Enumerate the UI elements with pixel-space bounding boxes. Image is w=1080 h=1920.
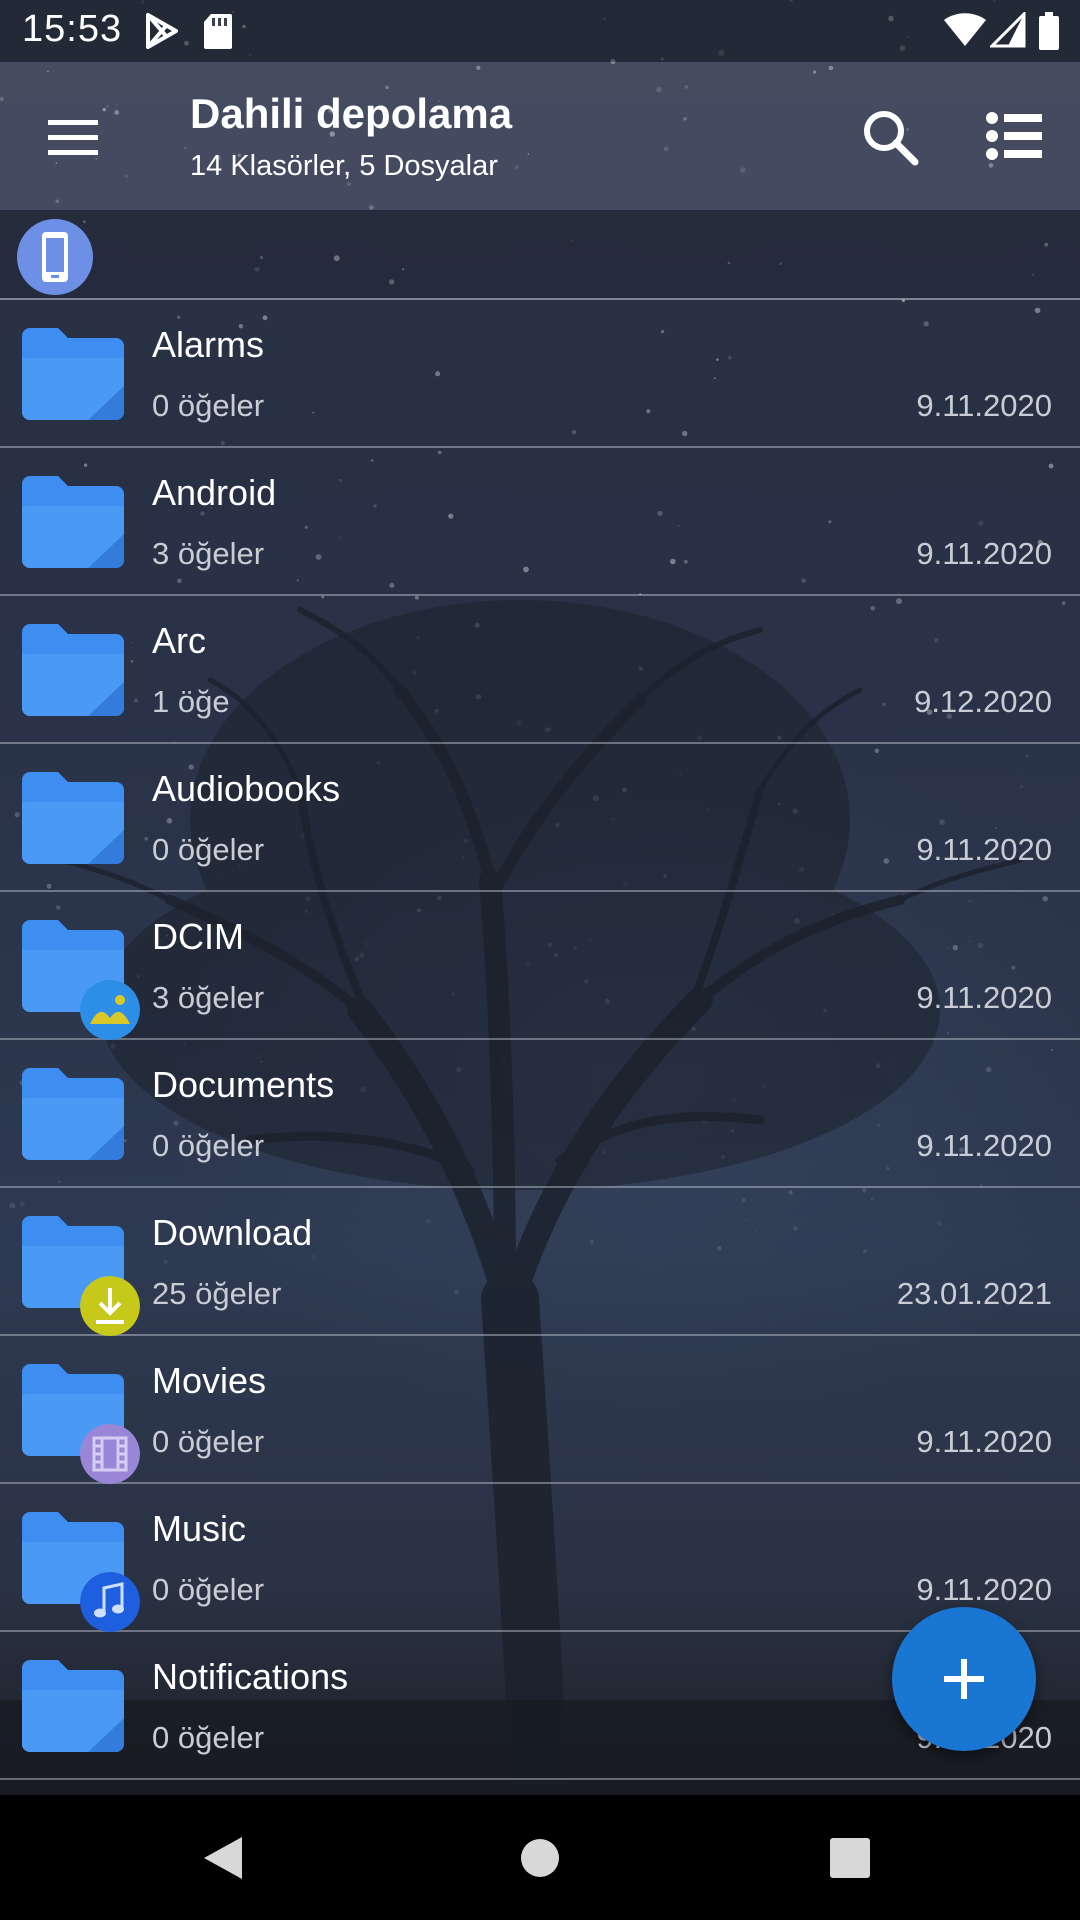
file-list: Alarms 0 öğeler 9.11.2020 Android 3 öğel… — [0, 300, 1080, 1780]
page-title: Dahili depolama — [190, 90, 513, 137]
item-count: 0 öğeler — [152, 1424, 265, 1459]
folder-row-arc[interactable]: Arc 1 öğe 9.12.2020 — [0, 596, 1080, 744]
list-view-button[interactable] — [980, 102, 1052, 174]
item-count: 0 öğeler — [152, 832, 265, 867]
item-count: 0 öğeler — [152, 1128, 265, 1163]
item-count: 1 öğe — [152, 684, 230, 719]
back-icon[interactable] — [190, 1825, 256, 1891]
folder-row-android[interactable]: Android 3 öğeler 9.11.2020 — [0, 448, 1080, 596]
folder-icon — [22, 624, 124, 716]
folder-row-dcim[interactable]: DCIM 3 öğeler 9.11.2020 — [0, 892, 1080, 1040]
modified-date: 9.11.2020 — [916, 536, 1052, 571]
status-bar: 15:53 — [0, 0, 1080, 62]
search-icon — [864, 111, 919, 166]
folder-row-movies[interactable]: Movies 0 öğeler 9.11.2020 — [0, 1336, 1080, 1484]
folder-row-audiobooks[interactable]: Audiobooks 0 öğeler 9.11.2020 — [0, 744, 1080, 892]
modified-date: 9.12.2020 — [914, 684, 1052, 719]
download-badge-icon — [80, 1276, 140, 1336]
item-count: 25 öğeler — [152, 1276, 282, 1311]
menu-button[interactable] — [30, 102, 114, 172]
signal-icon — [990, 12, 1026, 48]
modified-date: 9.11.2020 — [916, 980, 1052, 1015]
item-count: 0 öğeler — [152, 1572, 265, 1607]
item-count: 0 öğeler — [152, 1720, 265, 1755]
folder-name: Notifications — [152, 1656, 349, 1697]
modified-date: 9.11.2020 — [916, 1572, 1052, 1607]
plus-icon — [944, 1659, 984, 1699]
modified-date: 23.01.2021 — [896, 1276, 1052, 1311]
list-view-icon — [986, 112, 1042, 160]
folder-name: Movies — [152, 1360, 267, 1401]
internal-storage-chip[interactable] — [17, 219, 93, 295]
folder-row-documents[interactable]: Documents 0 öğeler 9.11.2020 — [0, 1040, 1080, 1188]
folder-name: Audiobooks — [152, 768, 341, 809]
item-count: 0 öğeler — [152, 388, 265, 423]
phone-icon — [42, 232, 68, 282]
folder-name: Music — [152, 1508, 247, 1549]
movie-badge-icon — [80, 1424, 140, 1484]
modified-date: 9.11.2020 — [916, 1128, 1052, 1163]
folder-row-alarms[interactable]: Alarms 0 öğeler 9.11.2020 — [0, 300, 1080, 448]
item-count: 3 öğeler — [152, 536, 265, 571]
sd-card-icon — [204, 14, 232, 49]
home-icon[interactable] — [507, 1825, 573, 1891]
folder-name: DCIM — [152, 916, 244, 957]
folder-icon — [22, 1068, 124, 1160]
modified-date: 9.11.2020 — [916, 1424, 1052, 1459]
page-subtitle: 14 Klasörler, 5 Dosyalar — [190, 150, 498, 182]
search-button[interactable] — [855, 102, 927, 174]
folder-icon — [22, 772, 124, 864]
item-count: 3 öğeler — [152, 980, 265, 1015]
screen: 15:53 Dahili depolama 14 Klasörler, 5 Do… — [0, 0, 1080, 1795]
modified-date: 9.11.2020 — [916, 388, 1052, 423]
breadcrumb — [0, 210, 1080, 300]
menu-icon — [48, 120, 98, 155]
folder-name: Alarms — [152, 324, 265, 365]
folder-icon — [22, 328, 124, 420]
status-time: 15:53 — [22, 8, 123, 50]
folder-name: Download — [152, 1212, 313, 1253]
folder-name: Android — [152, 472, 277, 513]
play-store-icon — [146, 13, 178, 49]
music-badge-icon — [80, 1572, 140, 1632]
folder-icon — [22, 476, 124, 568]
folder-name: Documents — [152, 1064, 335, 1105]
folder-name: Arc — [152, 620, 206, 661]
image-badge-icon — [80, 980, 140, 1040]
folder-icon — [22, 1660, 124, 1752]
folder-row-download[interactable]: Download 25 öğeler 23.01.2021 — [0, 1188, 1080, 1336]
app-bar: Dahili depolama 14 Klasörler, 5 Dosyalar — [0, 62, 1080, 210]
recents-icon[interactable] — [817, 1825, 883, 1891]
battery-icon — [1039, 12, 1059, 50]
add-button[interactable] — [892, 1607, 1036, 1751]
navigation-bar — [0, 1795, 1080, 1920]
wifi-icon — [944, 13, 986, 46]
modified-date: 9.11.2020 — [916, 832, 1052, 867]
